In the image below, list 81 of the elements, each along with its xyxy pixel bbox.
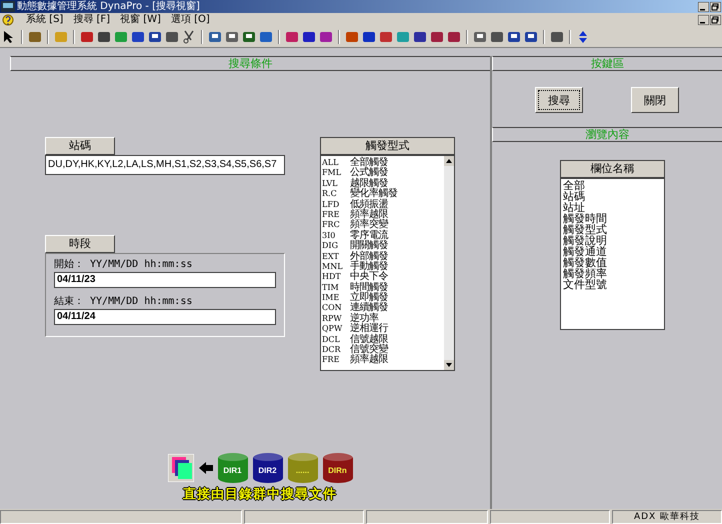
period-label: 時段	[45, 235, 115, 253]
panel-header: 瀏覽內容	[492, 127, 722, 142]
field-name-item[interactable]: 觸發數值	[563, 257, 662, 268]
start-label: 開始： YY/MM/DD hh:mm:ss	[54, 258, 194, 272]
list-header: 欄位名稱	[560, 160, 665, 178]
type-label[interactable]: 頻率突變	[350, 220, 388, 231]
type-code[interactable]: FRC	[322, 220, 346, 231]
minimize-icon[interactable]	[698, 15, 709, 25]
scroll-down-icon[interactable]	[444, 360, 454, 370]
type-label[interactable]: 逆相運行	[350, 324, 388, 335]
start-field[interactable]: 04/11/23	[54, 272, 276, 288]
field-name-item[interactable]: 文件型號	[563, 279, 662, 290]
scrollbar[interactable]	[444, 156, 454, 370]
action-button[interactable]: 關閉	[631, 87, 679, 113]
type-label[interactable]: 時間觸發	[350, 282, 388, 294]
type-code[interactable]: R.C	[322, 189, 346, 200]
window-title: 動態數據管理系統 DynaPro - [搜尋視窗]	[17, 0, 200, 12]
type-label[interactable]: 開關觸發	[350, 241, 388, 252]
menu-item[interactable]: 系統 [S]	[26, 14, 64, 26]
field-name-item[interactable]: 全部	[563, 180, 662, 191]
type-code[interactable]: IME	[322, 293, 346, 304]
restore-icon[interactable]	[710, 2, 721, 12]
action-button[interactable]: 搜尋	[535, 87, 583, 113]
field-name-list[interactable]: 全部 站碼 站址 觸發時間 觸發型式 觸發說明 觸發通道 觸發數值 觸發頻率 文件型號	[560, 178, 665, 330]
end-label: 結束： YY/MM/DD hh:mm:ss	[54, 294, 194, 309]
type-label[interactable]: 頻率越限	[350, 355, 388, 366]
type-label[interactable]: 變化率觸發	[350, 189, 398, 200]
field-name-item[interactable]: 觸發說明	[563, 235, 662, 246]
type-code[interactable]: 3I0	[322, 230, 346, 242]
list-header: 觸發型式	[320, 137, 455, 155]
station-label: 站碼	[45, 137, 115, 155]
type-code[interactable]: EXT	[322, 252, 346, 262]
type-code[interactable]: ALL	[322, 158, 346, 168]
field-name-item[interactable]: 觸發型式	[563, 224, 662, 235]
type-label[interactable]: 低頻振盪	[350, 200, 388, 210]
type-label[interactable]: 手動觸發	[350, 262, 388, 272]
directory-cylinder: DIR2	[252, 453, 282, 483]
type-code[interactable]: MNL	[322, 262, 346, 272]
menu-item[interactable]: 搜尋 [F]	[73, 14, 110, 26]
directory-cylinder: DIRn	[322, 453, 352, 483]
type-label[interactable]: 外部觸發	[350, 252, 388, 262]
field-name-item[interactable]: 觸發頻率	[563, 268, 662, 279]
type-code[interactable]: TIM	[322, 282, 346, 294]
status-text: ADX 歐華科技	[612, 510, 722, 524]
directory-cylinder: DIR1	[218, 453, 248, 483]
scroll-up-icon[interactable]	[444, 156, 454, 166]
field-name-item[interactable]: 站址	[563, 202, 662, 213]
directories-caption: 直接由目錄群中搜尋文件	[183, 486, 337, 503]
type-label[interactable]: 零序電流	[350, 230, 388, 242]
directory-cylinder: ......	[288, 453, 318, 483]
field-name-item[interactable]: 觸發通道	[563, 246, 662, 257]
type-code[interactable]: DCL	[322, 334, 346, 346]
end-field[interactable]: 04/11/24	[54, 309, 276, 325]
trigger-type-list[interactable]: ALL 全部觸發 FML 公式觸發 LVL 越限觸發 R.C 變化率觸發 LFD 低頻振盪 FRE 頻率越限 FRC 頻率突變 3I0 零序電流 DIG 開關觸發 EXT 外部觸發 MNL 手動觸發 HDT 中央下令 TIM 時間觸發 IME 立即觸發 CON 連續觸發 RPW 逆功率 QPW 逆相運行 DCL 信號越限 DCR 信號突變 FRE 頻率越限	[320, 155, 455, 371]
type-code[interactable]: LVL	[322, 178, 346, 190]
type-code[interactable]: CON	[322, 303, 346, 314]
type-code[interactable]: DCR	[322, 345, 346, 356]
type-label[interactable]: 中央下令	[350, 272, 388, 283]
type-code[interactable]: FRE	[322, 210, 346, 220]
scissors-icon[interactable]	[182, 30, 196, 44]
type-code[interactable]: DIG	[322, 241, 346, 252]
type-label[interactable]: 公式觸發	[350, 168, 388, 179]
type-code[interactable]: LFD	[322, 200, 346, 210]
station-field[interactable]: DU,DY,HK,KY,L2,LA,LS,MH,S1,S2,S3,S4,S5,S6,S7	[45, 155, 285, 175]
restore-icon[interactable]	[710, 15, 721, 25]
updown-icon[interactable]	[576, 30, 590, 44]
menu-item[interactable]: 選項 [O]	[170, 14, 210, 26]
field-name-item[interactable]: 觸發時間	[563, 213, 662, 224]
app-icon	[1, 1, 15, 12]
type-code[interactable]: FML	[322, 168, 346, 179]
panel-header: 按鍵區	[492, 56, 722, 71]
panel-header: 搜尋條件	[10, 56, 490, 71]
type-code[interactable]: QPW	[322, 324, 346, 335]
type-code[interactable]: HDT	[322, 272, 346, 283]
type-code[interactable]: FRE	[322, 355, 346, 366]
type-code[interactable]: RPW	[322, 314, 346, 324]
minimize-icon[interactable]	[698, 2, 709, 12]
menu-item[interactable]: 視窗 [W]	[120, 14, 161, 26]
pages-icon	[168, 454, 194, 482]
field-name-item[interactable]: 站碼	[563, 191, 662, 202]
type-label[interactable]: 連續觸發	[350, 303, 388, 314]
